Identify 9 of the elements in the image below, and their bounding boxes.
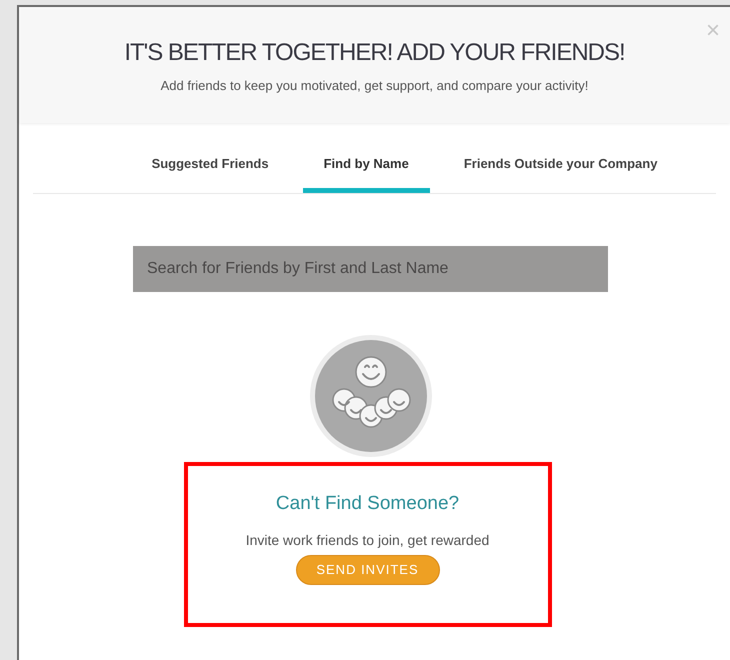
invite-title: Can't Find Someone? bbox=[276, 492, 460, 516]
tab[interactable]: Friends Outside your Company bbox=[452, 153, 670, 192]
invite-text: Invite work friends to join, get rewarded bbox=[246, 531, 490, 550]
friends-group-icon bbox=[308, 334, 432, 458]
tab[interactable]: Find by Name bbox=[302, 153, 430, 192]
dialog-title: IT'S BETTER TOGETHER! ADD YOUR FRIENDS! bbox=[124, 38, 625, 68]
dialog-subtitle: Add friends to keep you motivated, get support, and compare your activity! bbox=[160, 77, 588, 95]
tab[interactable]: Suggested Friends bbox=[140, 153, 281, 192]
search-field[interactable]: Search for Friends by First and Last Name bbox=[133, 246, 608, 292]
